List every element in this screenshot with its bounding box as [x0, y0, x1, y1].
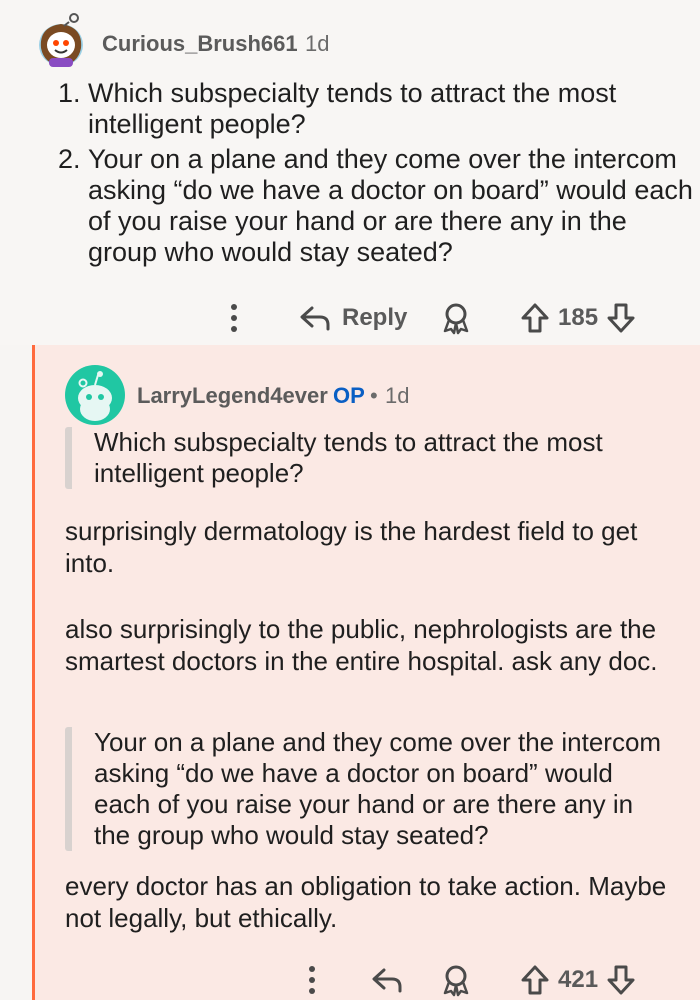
vote-score: 421 — [558, 966, 599, 993]
comment-paragraph: also surprisingly to the public, nephrol… — [65, 614, 658, 676]
question-list: Which subspecialty tends to attract the … — [50, 78, 698, 272]
award-icon[interactable] — [440, 960, 472, 1000]
reply-comment: LarryLegend4ever OP • 1d Which subspecia… — [32, 345, 700, 1000]
avatar[interactable] — [34, 12, 88, 68]
comment-paragraph: every doctor has an obligation to take a… — [65, 871, 667, 933]
downvote-arrow-icon[interactable] — [606, 964, 636, 996]
vote-group: 185 — [520, 298, 636, 338]
vote-score: 185 — [558, 304, 599, 331]
reply-button[interactable]: Reply — [298, 298, 407, 338]
comment-author[interactable]: LarryLegend4ever — [137, 383, 328, 409]
quoted-text: Your on a plane and they come over the i… — [65, 727, 669, 851]
reply-actions: 421 — [0, 960, 700, 1000]
comment-actions: Reply 185 — [0, 298, 700, 338]
reply-label: Reply — [342, 304, 408, 331]
reply-arrow-icon — [300, 306, 330, 331]
award-icon[interactable] — [440, 298, 472, 338]
op-badge: OP — [333, 383, 365, 408]
top-comment: Curious_Brush661 1d Which subspecialty t… — [0, 0, 700, 345]
upvote-arrow-icon[interactable] — [520, 964, 550, 996]
avatar[interactable] — [65, 365, 125, 425]
reply-arrow-icon[interactable] — [370, 960, 404, 1000]
vote-group: 421 — [520, 960, 636, 1000]
comment-age: 1d — [385, 383, 410, 408]
comment-age: 1d — [305, 31, 330, 56]
more-vertical-icon[interactable] — [222, 298, 246, 338]
more-vertical-icon[interactable] — [300, 960, 324, 1000]
comment-author[interactable]: Curious_Brush661 — [102, 31, 298, 57]
separator: • — [370, 383, 378, 408]
upvote-arrow-icon[interactable] — [520, 302, 550, 334]
quoted-text: Which subspecialty tends to attract the … — [65, 427, 669, 489]
comment-paragraph: surprisingly dermatology is the hardest … — [65, 516, 638, 578]
list-item: Which subspecialty tends to attract the … — [88, 78, 698, 140]
downvote-arrow-icon[interactable] — [606, 302, 636, 334]
list-item: Your on a plane and they come over the i… — [88, 144, 698, 268]
